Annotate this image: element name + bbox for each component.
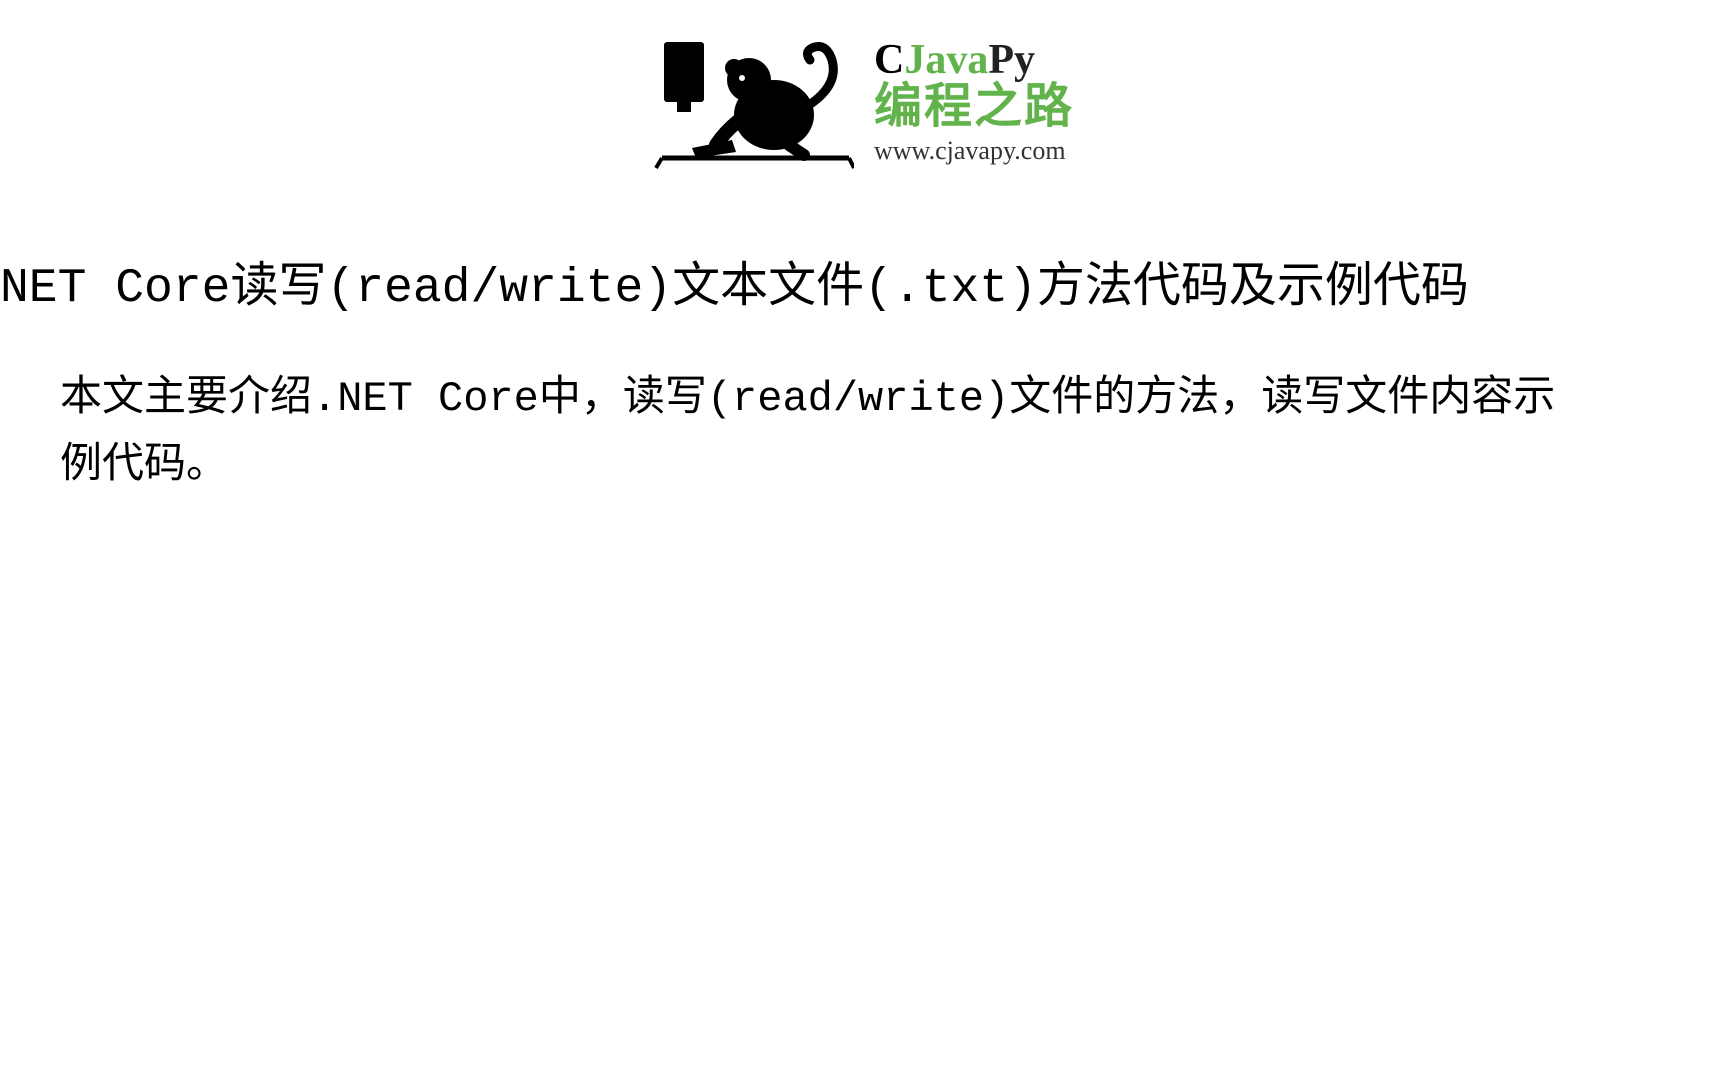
logo-cn-text: 编程之路 bbox=[874, 81, 1074, 134]
logo-url: www.cjavapy.com bbox=[874, 136, 1066, 166]
brand-c: C bbox=[874, 37, 904, 83]
article-body: 本文主要介绍.NET Core中，读写(read/write)文件的方法，读写文… bbox=[0, 366, 1640, 500]
monkey-computer-icon bbox=[654, 30, 854, 170]
brand-py: Py bbox=[988, 37, 1035, 83]
brand-java: Java bbox=[904, 37, 988, 83]
article-title: NET Core读写(read/write)文本文件(.txt)方法代码及示例代… bbox=[0, 205, 1728, 366]
logo-text-block: CJavaPy 编程之路 www.cjavapy.com bbox=[874, 39, 1074, 166]
logo-brand: CJavaPy bbox=[874, 39, 1035, 81]
logo-area: CJavaPy 编程之路 www.cjavapy.com bbox=[0, 0, 1728, 205]
logo-graphic bbox=[654, 30, 854, 175]
